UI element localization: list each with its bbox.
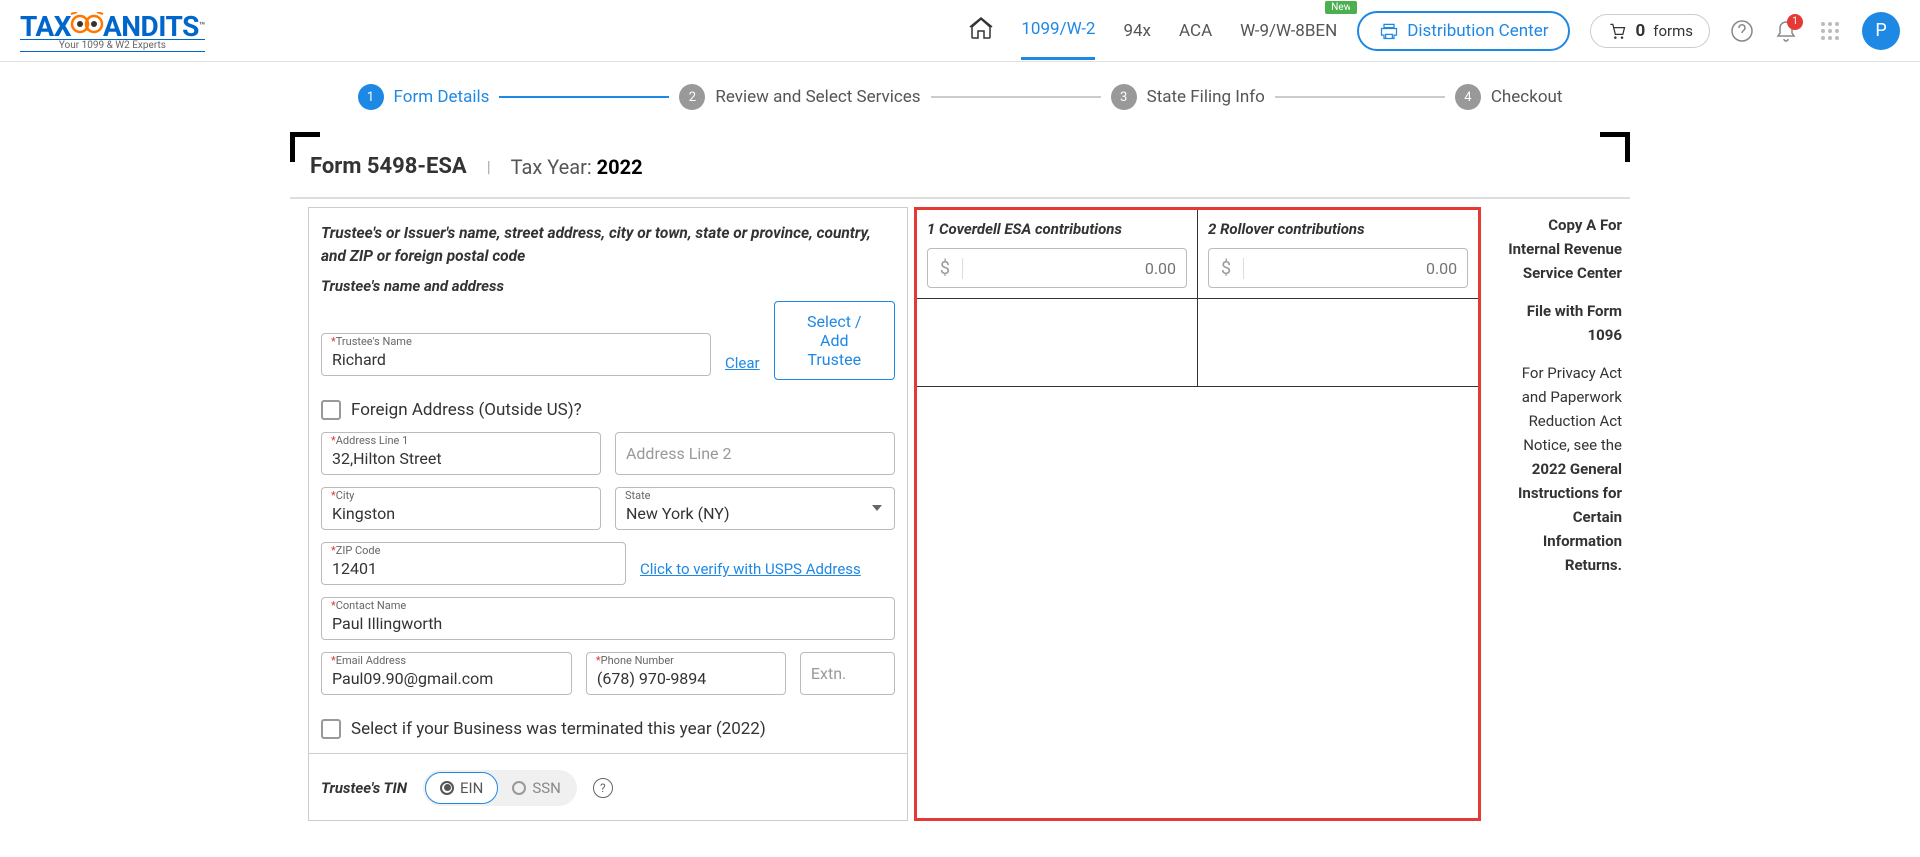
avatar[interactable]: P	[1862, 12, 1900, 50]
nav-w9[interactable]: W-9/W-8BEN New	[1240, 3, 1337, 59]
cart-forms-button[interactable]: 0 forms	[1590, 14, 1710, 48]
logo-tagline: Your 1099 & W2 Experts	[20, 39, 205, 52]
tin-ein-radio[interactable]: EIN	[425, 772, 498, 804]
new-badge: New	[1325, 1, 1357, 14]
logo-tm: ™	[199, 21, 205, 32]
privacy-notice: For Privacy Act and Paperwork Reduction …	[1495, 361, 1622, 577]
notification-icon[interactable]: 1	[1774, 19, 1798, 43]
tin-label: Trustee's TIN	[321, 779, 407, 797]
tin-type-toggle: EIN SSN	[423, 770, 577, 806]
copy-a-text: Copy A For Internal Revenue Service Cent…	[1508, 216, 1622, 282]
coverdell-label: 1 Coverdell ESA contributions	[927, 220, 1187, 238]
rollover-input[interactable]	[1244, 259, 1467, 278]
nav-w9-label: W-9/W-8BEN	[1240, 21, 1337, 41]
distribution-center-button[interactable]: Distribution Center	[1357, 11, 1570, 51]
corner-decoration	[1600, 132, 1630, 162]
city-input[interactable]	[321, 487, 601, 530]
stepper: 1 Form Details 2 Review and Select Servi…	[0, 62, 1920, 132]
business-terminated-label: Select if your Business was terminated t…	[351, 719, 766, 739]
address-line2-input[interactable]	[615, 432, 895, 475]
trustee-sub-title: Trustee's name and address	[321, 277, 895, 295]
right-info-panel: Copy A For Internal Revenue Service Cent…	[1487, 199, 1630, 821]
contact-name-input[interactable]	[321, 597, 895, 640]
notification-badge: 1	[1787, 14, 1803, 30]
state-select[interactable]	[615, 487, 895, 530]
apps-icon[interactable]	[1818, 19, 1842, 43]
printer-icon	[1379, 21, 1399, 41]
rollover-label: 2 Rollover contributions	[1208, 220, 1468, 238]
clear-link[interactable]: Clear	[725, 354, 760, 372]
forms-label: forms	[1653, 22, 1693, 40]
form-title: Form 5498-ESA	[310, 154, 467, 179]
contributions-panel: 1 Coverdell ESA contributions $ 2 Rollov…	[914, 207, 1481, 821]
file-with-text: File with Form 1096	[1527, 302, 1622, 344]
extn-input[interactable]	[800, 652, 895, 695]
business-terminated-checkbox[interactable]	[321, 719, 341, 739]
owl-icon	[69, 12, 105, 40]
corner-decoration	[290, 132, 320, 162]
tin-ssn-radio[interactable]: SSN	[498, 772, 575, 804]
foreign-address-checkbox[interactable]	[321, 400, 341, 420]
nav-94x[interactable]: 94x	[1123, 3, 1151, 59]
step-checkout[interactable]: 4 Checkout	[1455, 84, 1563, 110]
select-add-trustee-button[interactable]: Select / Add Trustee	[774, 301, 895, 380]
step-state-filing[interactable]: 3 State Filing Info	[1111, 84, 1265, 110]
logo[interactable]: TAX ANDITS ™ Your 1099 & W2 Experts	[20, 10, 205, 52]
tax-year: Tax Year: 2022	[511, 155, 643, 179]
forms-count: 0	[1635, 21, 1645, 41]
distribution-center-label: Distribution Center	[1407, 21, 1548, 41]
nav-aca[interactable]: ACA	[1179, 3, 1212, 59]
foreign-address-label: Foreign Address (Outside US)?	[351, 400, 582, 420]
coverdell-input[interactable]	[963, 259, 1186, 278]
nav-1099-w2[interactable]: 1099/W-2	[1021, 1, 1095, 60]
help-icon[interactable]	[1730, 19, 1754, 43]
tin-help-icon[interactable]: ?	[593, 778, 613, 798]
home-icon[interactable]	[969, 16, 993, 46]
step-review[interactable]: 2 Review and Select Services	[679, 84, 920, 110]
trustee-section-title: Trustee's or Issuer's name, street addre…	[321, 222, 895, 269]
verify-usps-link[interactable]: Click to verify with USPS Address	[640, 560, 861, 578]
step-form-details[interactable]: 1 Form Details	[358, 84, 490, 110]
cart-icon	[1607, 21, 1627, 41]
